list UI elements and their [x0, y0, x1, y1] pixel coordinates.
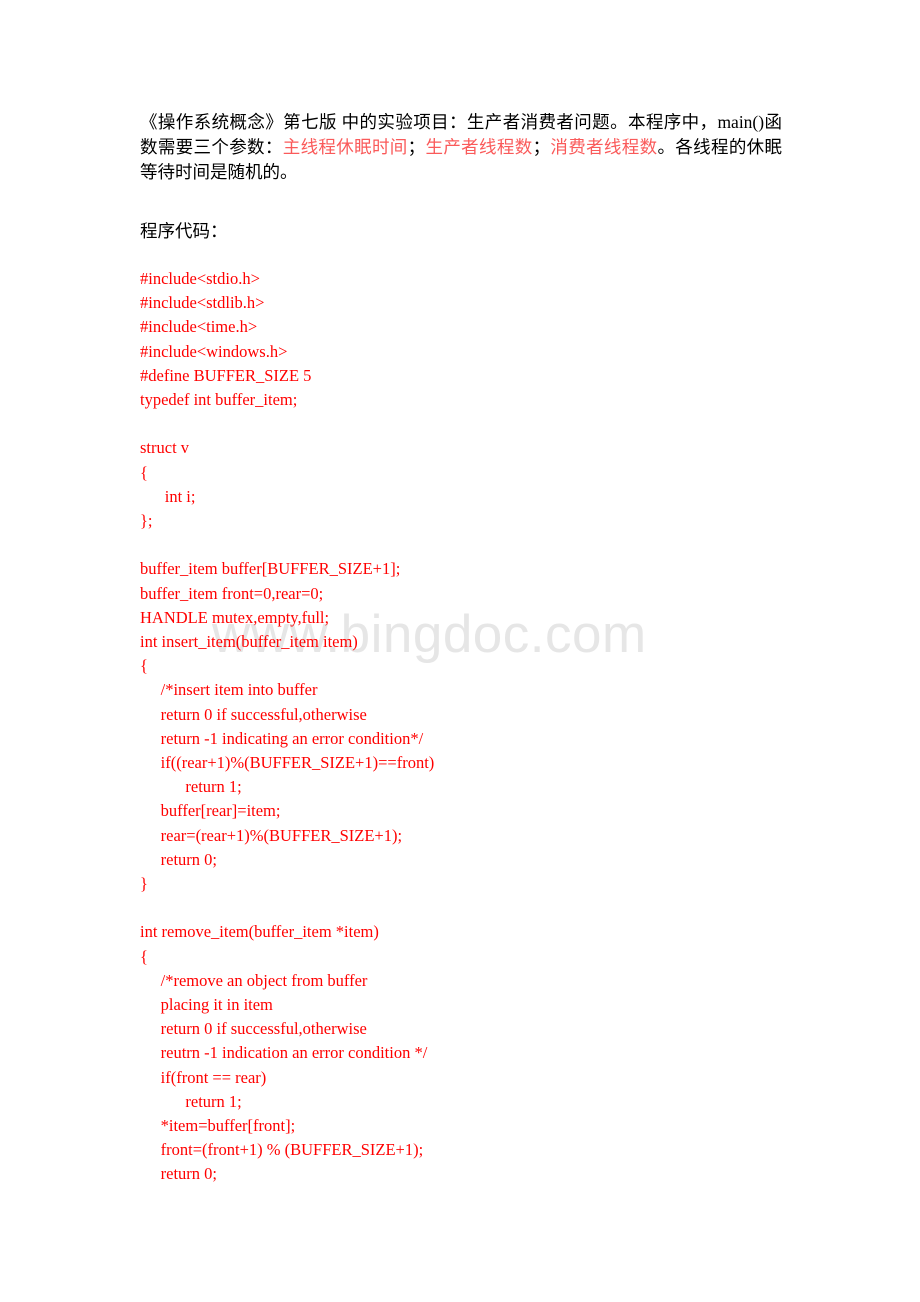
code-line: return 1;	[140, 777, 242, 797]
code-listing: #include<stdio.h> #include<stdlib.h> #incl…	[140, 267, 782, 1187]
code-line: *item=buffer[front];	[140, 1116, 296, 1136]
code-line: }	[140, 874, 148, 894]
code-line: typedef int buffer_item;	[140, 390, 298, 410]
document-page: www.bingdoc.com 《操作系统概念》第七版 中的实验项目：生产者消费…	[0, 0, 920, 1302]
intro-separator-2: ；	[532, 137, 551, 157]
code-line: {	[140, 656, 148, 676]
code-line: front=(front+1) % (BUFFER_SIZE+1);	[140, 1140, 424, 1160]
code-line: if(front == rear)	[140, 1067, 267, 1087]
code-line: int insert_item(buffer_item item)	[140, 632, 358, 652]
code-line: };	[140, 511, 153, 531]
code-line: return 0 if successful,otherwise	[140, 1019, 367, 1039]
code-line: buffer[rear]=item;	[140, 801, 281, 821]
code-line: int remove_item(buffer_item *item)	[140, 922, 379, 942]
code-line: buffer_item buffer[BUFFER_SIZE+1];	[140, 559, 401, 579]
code-line: return 0;	[140, 1164, 217, 1184]
code-line: {	[140, 462, 148, 482]
code-line: #define BUFFER_SIZE 5	[140, 365, 312, 385]
code-line: #include<time.h>	[140, 317, 258, 337]
code-line: HANDLE mutex,empty,full;	[140, 607, 330, 627]
code-line: return -1 indicating an error condition*…	[140, 728, 424, 748]
code-line: return 0;	[140, 849, 217, 869]
intro-param-3: 消费者线程数	[550, 137, 658, 157]
code-line: return 0 if successful,otherwise	[140, 704, 367, 724]
code-line: #include<stdio.h>	[140, 269, 260, 288]
code-line: /*remove an object from buffer	[140, 970, 368, 990]
code-line: /*insert item into buffer	[140, 680, 318, 700]
code-line: #include<windows.h>	[140, 341, 288, 361]
code-line: rear=(rear+1)%(BUFFER_SIZE+1);	[140, 825, 403, 845]
code-line: buffer_item front=0,rear=0;	[140, 583, 324, 603]
code-line: int i;	[140, 486, 196, 506]
code-line: if((rear+1)%(BUFFER_SIZE+1)==front)	[140, 753, 435, 773]
intro-param-1: 主线程休眠时间	[282, 137, 408, 157]
intro-separator-1: ；	[407, 137, 426, 157]
intro-paragraph: 《操作系统概念》第七版 中的实验项目：生产者消费者问题。本程序中，main()函…	[140, 110, 782, 185]
document-content: 《操作系统概念》第七版 中的实验项目：生产者消费者问题。本程序中，main()函…	[140, 110, 782, 1187]
code-line: {	[140, 946, 148, 966]
code-line: struct v	[140, 438, 190, 458]
intro-param-2: 生产者线程数	[425, 137, 533, 157]
section-label-program-code: 程序代码：	[140, 221, 228, 241]
code-line: placing it in item	[140, 995, 273, 1015]
code-line: reutrn -1 indication an error condition …	[140, 1043, 428, 1063]
code-line: return 1;	[140, 1091, 242, 1111]
code-line: #include<stdlib.h>	[140, 293, 265, 313]
